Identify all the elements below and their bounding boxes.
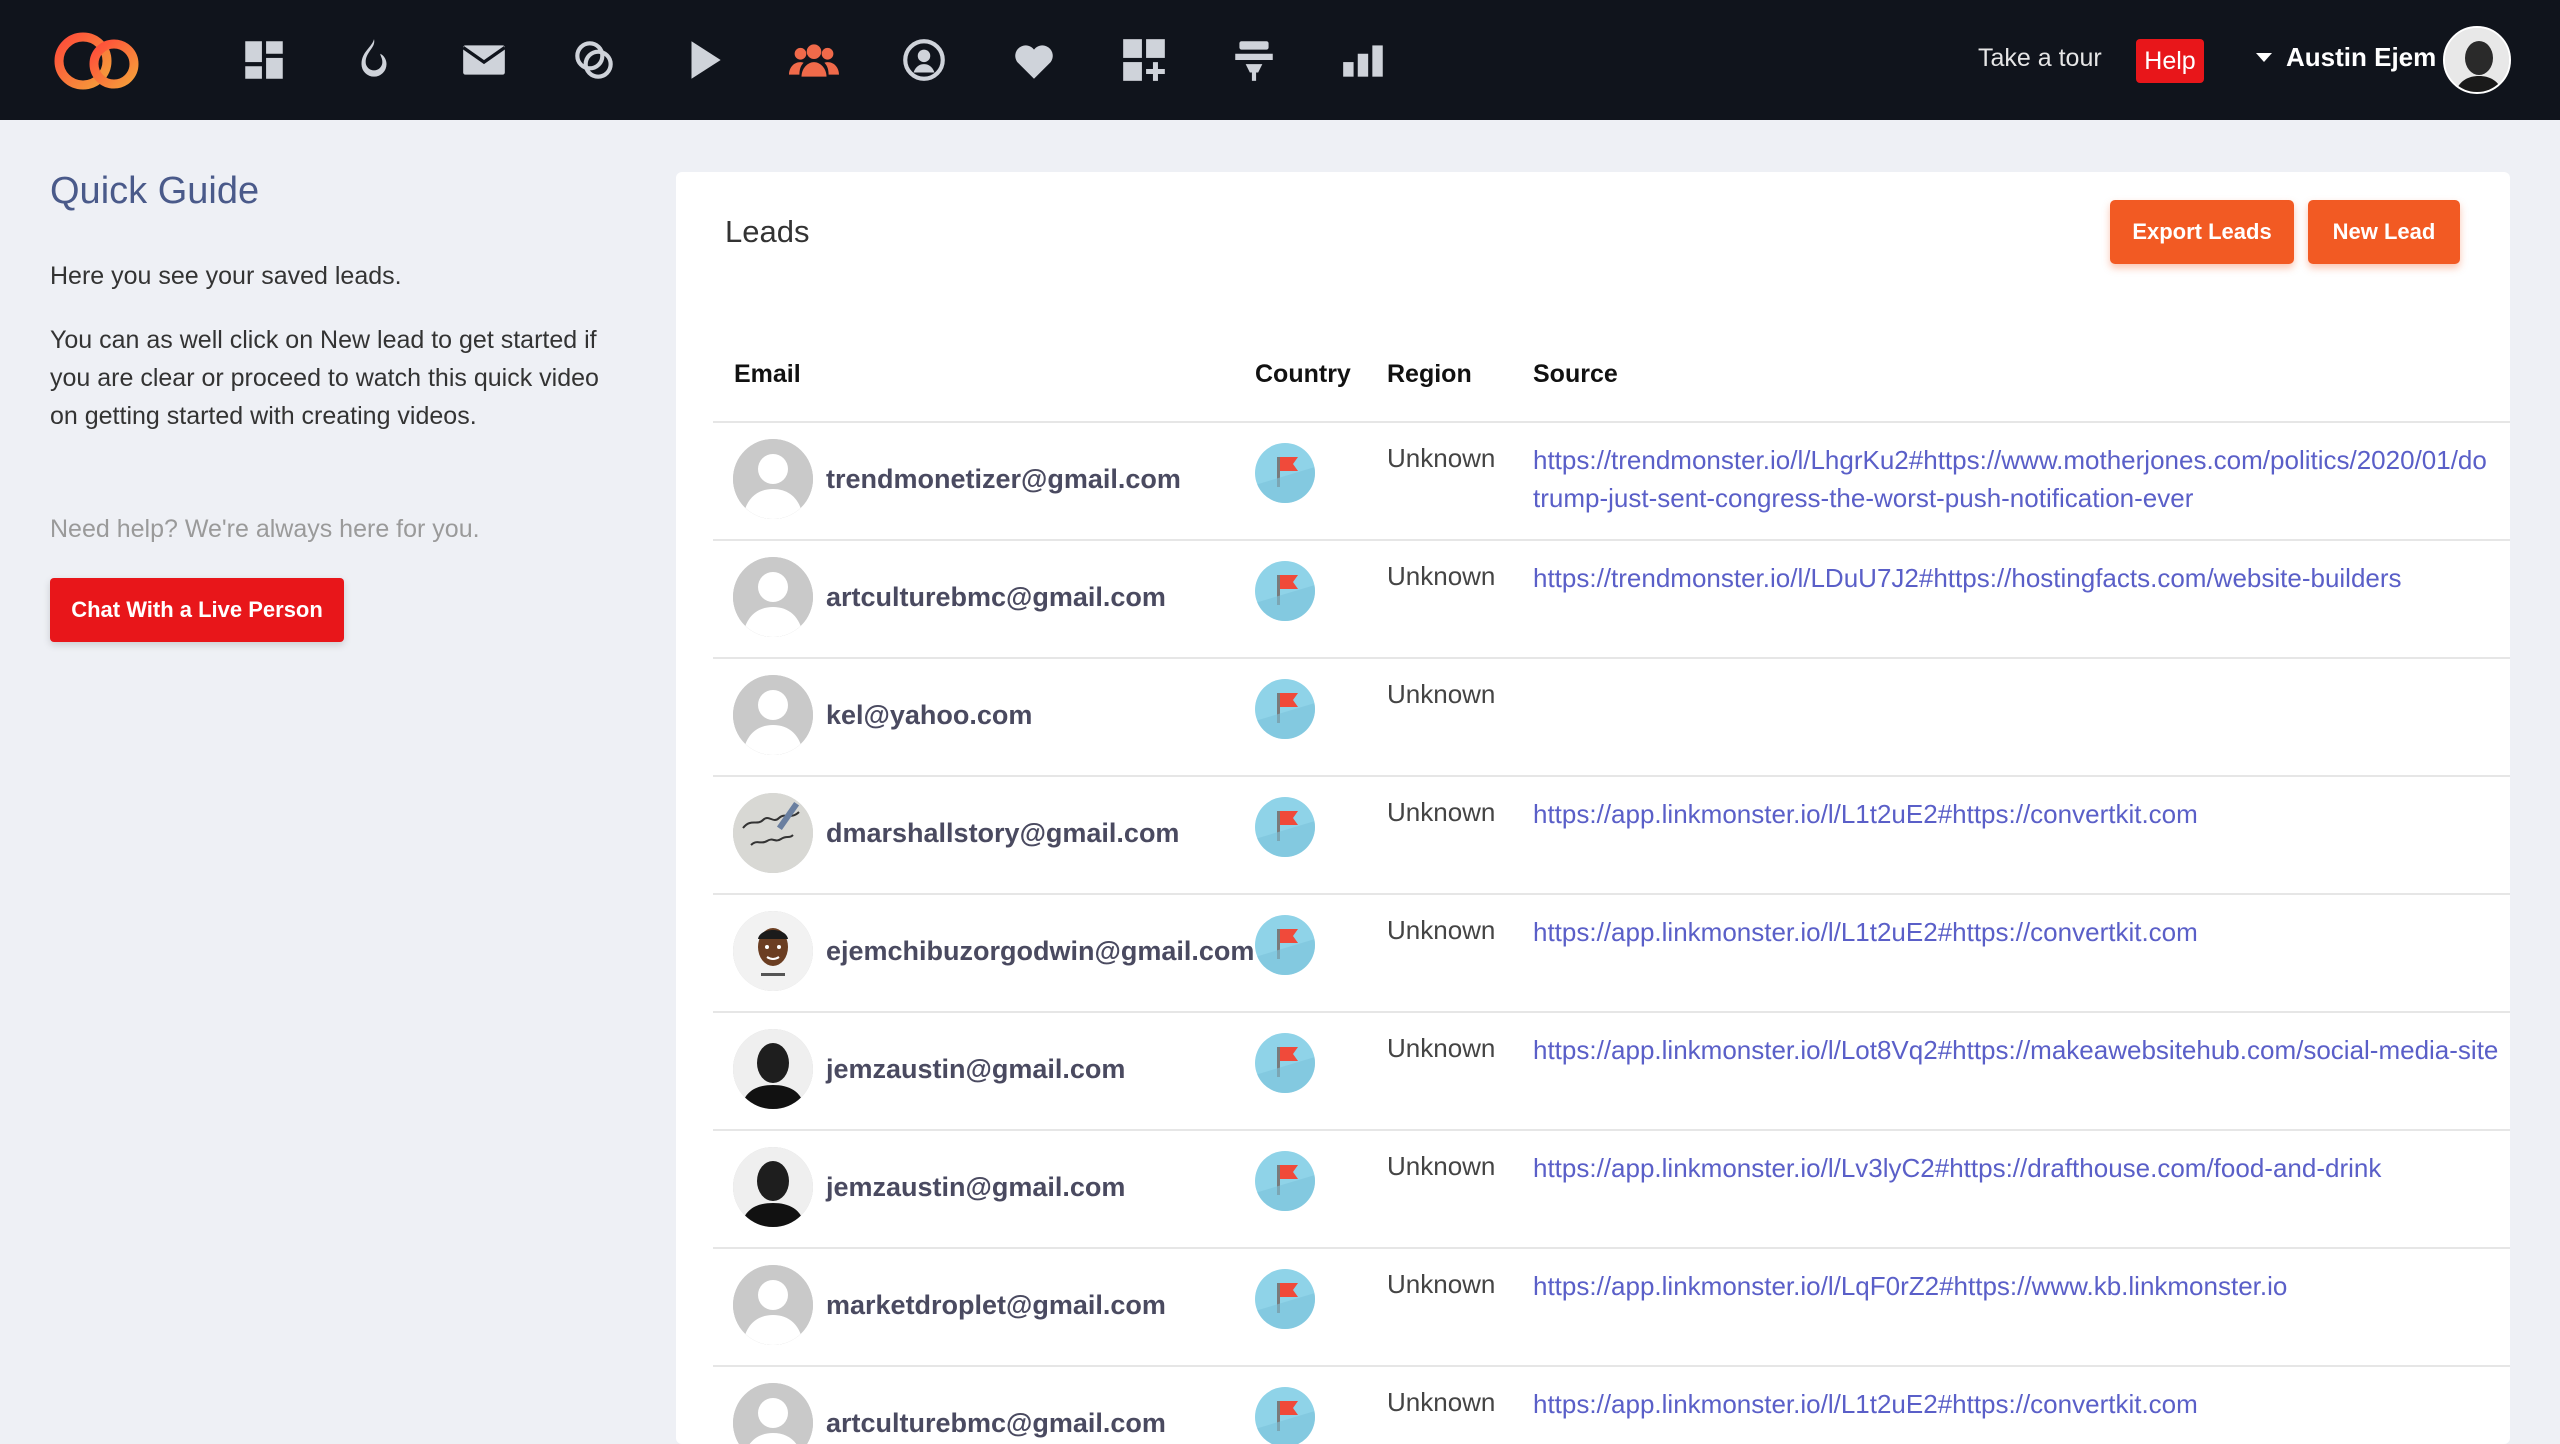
need-help-text: Need help? We're always here for you. (50, 515, 480, 543)
table-row[interactable]: trendmonetizer@gmail.com Unknown https://t… (713, 423, 2510, 541)
table-row[interactable]: jemzaustin@gmail.com Unknown https://app.l… (713, 1131, 2510, 1249)
lead-avatar (733, 1029, 813, 1109)
lead-email: trendmonetizer@gmail.com (826, 464, 1181, 494)
flag-icon (1255, 1387, 1315, 1444)
lead-region: Unknown (1387, 443, 1496, 473)
chat-live-person-button[interactable]: Chat With a Live Person (50, 578, 344, 642)
flag-icon (1255, 915, 1315, 975)
source-line: https://app.linkmonster.io/l/Lv3lyC2#htt… (1533, 1153, 2382, 1183)
pin-icon[interactable] (1222, 28, 1286, 92)
lead-avatar (733, 1147, 813, 1227)
source-line: https://app.linkmonster.io/l/L1t2uE2#htt… (1533, 1389, 2198, 1419)
flag-icon (1255, 561, 1315, 621)
lead-region: Unknown (1387, 1269, 1496, 1299)
leads-panel: Leads Export Leads New Lead Email Countr… (676, 172, 2510, 1444)
add-widget-icon[interactable] (1112, 28, 1176, 92)
user-name: Austin Ejem (2286, 42, 2437, 72)
flag-icon (1255, 797, 1315, 857)
lead-region: Unknown (1387, 797, 1496, 827)
lead-avatar (733, 1265, 813, 1345)
lead-email: jemzaustin@gmail.com (826, 1172, 1126, 1202)
source-line: https://app.linkmonster.io/l/LqF0rZ2#htt… (1533, 1271, 2288, 1301)
lead-source-link[interactable]: https://app.linkmonster.io/l/LqF0rZ2#htt… (1533, 1267, 2510, 1305)
source-line: https://trendmonster.io/l/LDuU7J2#https:… (1533, 563, 2402, 593)
lead-avatar (733, 439, 813, 519)
column-header-country[interactable]: Country (1255, 360, 1351, 389)
leads-title: Leads (725, 214, 810, 249)
new-lead-button[interactable]: New Lead (2308, 200, 2460, 264)
flag-icon (1255, 1151, 1315, 1211)
users-icon[interactable] (782, 28, 846, 92)
take-tour-link[interactable]: Take a tour (1978, 44, 2102, 73)
lead-avatar (733, 1383, 813, 1444)
lead-email: ejemchibuzorgodwin@gmail.com (826, 936, 1255, 966)
lead-region: Unknown (1387, 1151, 1496, 1181)
table-row[interactable]: kel@yahoo.com Unknown (713, 659, 2510, 777)
user-menu[interactable]: Austin Ejem (2256, 42, 2436, 73)
column-header-email[interactable]: Email (734, 360, 801, 389)
table-row[interactable]: jemzaustin@gmail.com Unknown https://app.l… (713, 1013, 2510, 1131)
lead-email: jemzaustin@gmail.com (826, 1054, 1126, 1084)
lead-avatar (733, 793, 813, 873)
column-header-region[interactable]: Region (1387, 360, 1472, 389)
lead-email: dmarshallstory@gmail.com (826, 818, 1180, 848)
flame-icon[interactable] (342, 28, 406, 92)
flag-icon (1255, 1033, 1315, 1093)
lead-region: Unknown (1387, 1387, 1496, 1417)
lead-source-link[interactable]: https://app.linkmonster.io/l/L1t2uE2#htt… (1533, 1385, 2510, 1423)
top-navbar: Take a tour Help Austin Ejem (0, 0, 2560, 120)
lead-region: Unknown (1387, 915, 1496, 945)
lead-avatar (733, 557, 813, 637)
guide-line: you are clear or proceed to watch this q… (50, 364, 599, 392)
lead-source-link[interactable]: https://app.linkmonster.io/l/Lv3lyC2#htt… (1533, 1149, 2510, 1187)
guide-instructions: You can as well click on New lead to get… (50, 321, 620, 435)
bar-chart-icon[interactable] (1332, 28, 1396, 92)
flag-icon (1255, 679, 1315, 739)
help-button[interactable]: Help (2136, 39, 2204, 83)
lead-region: Unknown (1387, 679, 1496, 709)
user-avatar[interactable] (2443, 26, 2511, 94)
column-header-source[interactable]: Source (1533, 360, 1618, 389)
table-row[interactable]: artculturebmc@gmail.com Unknown https://ap… (713, 1367, 2510, 1444)
export-leads-button[interactable]: Export Leads (2110, 200, 2294, 264)
table-row[interactable]: dmarshallstory@gmail.com Unknown https://a… (713, 777, 2510, 895)
table-row[interactable]: ejemchibuzorgodwin@gmail.com Unknown https… (713, 895, 2510, 1013)
support-icon[interactable] (892, 28, 956, 92)
mail-icon[interactable] (452, 28, 516, 92)
lead-source-link[interactable]: https://app.linkmonster.io/l/Lot8Vq2#htt… (1533, 1031, 2510, 1069)
source-line: https://trendmonster.io/l/LhgrKu2#https:… (1533, 445, 2487, 475)
lead-avatar (733, 675, 813, 755)
source-line: https://app.linkmonster.io/l/L1t2uE2#htt… (1533, 917, 2198, 947)
flag-icon (1255, 1269, 1315, 1329)
lead-email: kel@yahoo.com (826, 700, 1033, 730)
lead-region: Unknown (1387, 561, 1496, 591)
lead-email: artculturebmc@gmail.com (826, 1408, 1166, 1438)
heart-icon[interactable] (1002, 28, 1066, 92)
lead-email: marketdroplet@gmail.com (826, 1290, 1166, 1320)
lead-source-link[interactable]: https://app.linkmonster.io/l/L1t2uE2#htt… (1533, 913, 2510, 951)
guide-line: You can as well click on New lead to get… (50, 326, 597, 354)
lead-avatar (733, 911, 813, 991)
lead-source-link[interactable]: https://trendmonster.io/l/LhgrKu2#https:… (1533, 441, 2510, 517)
dashboard-icon[interactable] (232, 28, 296, 92)
chevron-down-icon (2256, 53, 2272, 62)
source-line: trump-just-sent-congress-the-worst-push-… (1533, 483, 2194, 513)
app-logo[interactable] (50, 28, 150, 94)
lead-region: Unknown (1387, 1033, 1496, 1063)
source-line: https://app.linkmonster.io/l/Lot8Vq2#htt… (1533, 1035, 2499, 1065)
lead-source-link[interactable]: https://trendmonster.io/l/LDuU7J2#https:… (1533, 559, 2510, 597)
source-line: https://app.linkmonster.io/l/L1t2uE2#htt… (1533, 799, 2198, 829)
lead-email: artculturebmc@gmail.com (826, 582, 1166, 612)
guide-line: on getting started with creating videos. (50, 402, 477, 430)
quick-guide-title: Quick Guide (50, 170, 260, 212)
link-rings-icon[interactable] (562, 28, 626, 92)
table-row[interactable]: marketdroplet@gmail.com Unknown https://ap… (713, 1249, 2510, 1367)
lead-source-link[interactable]: https://app.linkmonster.io/l/L1t2uE2#htt… (1533, 795, 2510, 833)
guide-intro-text: Here you see your saved leads. (50, 262, 402, 290)
table-row[interactable]: artculturebmc@gmail.com Unknown https://tr… (713, 541, 2510, 659)
play-icon[interactable] (672, 28, 736, 92)
flag-icon (1255, 443, 1315, 503)
